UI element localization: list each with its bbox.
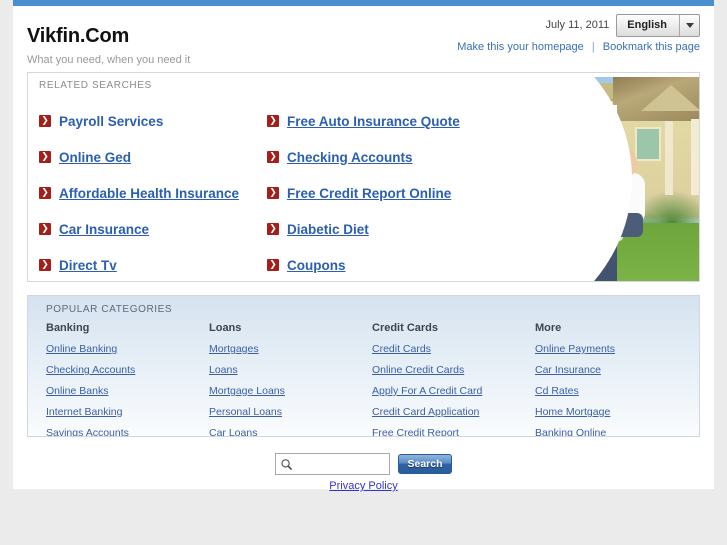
related-search-link[interactable]: Checking Accounts	[287, 150, 413, 165]
popular-categories-title: POPULAR CATEGORIES	[46, 304, 173, 315]
related-search-link[interactable]: Car Insurance	[59, 222, 149, 237]
category-link[interactable]: Car Insurance	[535, 364, 698, 376]
bookmark-page-link[interactable]: Bookmark this page	[603, 41, 700, 53]
arrow-bullet-icon: ❯	[39, 187, 51, 199]
make-homepage-link[interactable]: Make this your homepage	[457, 41, 584, 53]
category-link[interactable]: Online Credit Cards	[372, 364, 535, 376]
current-date: July 11, 2011	[545, 19, 610, 31]
category-column-banking: Banking Online Banking Checking Accounts…	[46, 322, 209, 436]
category-link[interactable]: Loans	[209, 364, 372, 376]
category-link[interactable]: Online Banks	[46, 385, 209, 397]
popular-categories-columns: Banking Online Banking Checking Accounts…	[28, 315, 699, 436]
category-heading: Credit Cards	[372, 322, 439, 334]
related-search-link[interactable]: Diabetic Diet	[287, 222, 369, 237]
related-searches-panel: RELATED SEARCHES ❯ Payroll Services ❯ On…	[27, 72, 700, 282]
category-link[interactable]: Mortgages	[209, 343, 372, 355]
category-column-more: More Online Payments Car Insurance Cd Ra…	[535, 322, 698, 436]
related-search-item[interactable]: ❯ Affordable Health Insurance	[39, 175, 267, 211]
category-link[interactable]: Online Payments	[535, 343, 698, 355]
arrow-bullet-icon: ❯	[39, 259, 51, 271]
category-link[interactable]: Personal Loans	[209, 406, 372, 418]
privacy-policy-link[interactable]: Privacy Policy	[329, 480, 397, 492]
brand-tagline: What you need, when you need it	[27, 54, 191, 66]
related-searches-columns: ❯ Payroll Services ❯ Online Ged ❯ Afford…	[28, 91, 699, 281]
category-link[interactable]: Online Banking	[46, 343, 209, 355]
related-search-link[interactable]: Free Credit Report Online	[287, 186, 451, 201]
category-link[interactable]: Free Credit Report	[372, 427, 535, 436]
related-search-item[interactable]: ❯ Checking Accounts	[267, 139, 495, 175]
brand: Vikfin.Com What you need, when you need …	[27, 26, 190, 66]
related-search-item[interactable]: ❯ Car Insurance	[39, 211, 267, 247]
category-link[interactable]: Checking Accounts	[46, 364, 209, 376]
category-column-credit-cards: Credit Cards Credit Cards Online Credit …	[372, 322, 535, 436]
related-column-left: ❯ Payroll Services ❯ Online Ged ❯ Afford…	[39, 103, 267, 281]
arrow-bullet-icon: ❯	[267, 187, 279, 199]
category-column-loans: Loans Mortgages Loans Mortgage Loans Per…	[209, 322, 372, 436]
category-heading: More	[535, 322, 562, 334]
category-link[interactable]: Cd Rates	[535, 385, 698, 397]
link-separator: |	[591, 41, 595, 53]
related-search-link[interactable]: Free Auto Insurance Quote	[287, 114, 460, 129]
site-header: Vikfin.Com What you need, when you need …	[13, 6, 714, 72]
related-column-right: ❯ Free Auto Insurance Quote ❯ Checking A…	[267, 103, 495, 281]
arrow-bullet-icon: ❯	[39, 151, 51, 163]
arrow-bullet-icon: ❯	[39, 115, 51, 127]
category-link[interactable]: Home Mortgage	[535, 406, 698, 418]
related-search-link[interactable]: Coupons	[287, 258, 346, 273]
related-search-item[interactable]: ❯ Free Credit Report Online	[267, 175, 495, 211]
related-search-item[interactable]: ❯ Payroll Services	[39, 103, 267, 139]
category-link[interactable]: Apply For A Credit Card	[372, 385, 535, 397]
magnifier-icon	[281, 458, 293, 470]
hero-top-trim	[437, 73, 699, 77]
chevron-down-icon	[679, 14, 699, 36]
category-link[interactable]: Internet Banking	[46, 406, 209, 418]
popular-categories-panel: POPULAR CATEGORIES Banking Online Bankin…	[27, 295, 700, 437]
arrow-bullet-icon: ❯	[267, 259, 279, 271]
footer: Privacy Policy	[13, 470, 714, 492]
category-heading: Banking	[46, 322, 90, 334]
arrow-bullet-icon: ❯	[267, 223, 279, 235]
category-link[interactable]: Car Loans	[209, 427, 372, 436]
related-search-item[interactable]: ❯ Online Ged	[39, 139, 267, 175]
category-link[interactable]: Credit Cards	[372, 343, 535, 355]
arrow-bullet-icon: ❯	[267, 115, 279, 127]
category-link[interactable]: Mortgage Loans	[209, 385, 372, 397]
header-links: Make this your homepage | Bookmark this …	[457, 41, 700, 53]
language-select[interactable]: English	[616, 13, 700, 37]
category-heading: Loans	[209, 322, 242, 334]
page-title: Vikfin.Com	[27, 25, 130, 47]
header-top-row: July 11, 2011 English	[457, 13, 700, 37]
arrow-bullet-icon: ❯	[39, 223, 51, 235]
related-search-link[interactable]: Direct Tv	[59, 258, 117, 273]
page-shell: Vikfin.Com What you need, when you need …	[13, 0, 714, 489]
related-search-item[interactable]: ❯ Free Auto Insurance Quote	[267, 103, 495, 139]
arrow-bullet-icon: ❯	[267, 151, 279, 163]
category-link[interactable]: Credit Card Application	[372, 406, 535, 418]
related-search-item[interactable]: ❯ Direct Tv	[39, 247, 267, 281]
related-search-link[interactable]: Payroll Services	[59, 114, 163, 129]
related-search-link[interactable]: Online Ged	[59, 150, 131, 165]
related-search-link[interactable]: Affordable Health Insurance	[59, 186, 239, 201]
related-search-item[interactable]: ❯ Coupons	[267, 247, 495, 281]
header-right: July 11, 2011 English Make this your hom…	[457, 13, 700, 53]
category-link[interactable]: Banking Online	[535, 427, 698, 436]
language-select-value: English	[627, 19, 667, 31]
category-link[interactable]: Savings Accounts	[46, 427, 209, 436]
related-search-item[interactable]: ❯ Diabetic Diet	[267, 211, 495, 247]
